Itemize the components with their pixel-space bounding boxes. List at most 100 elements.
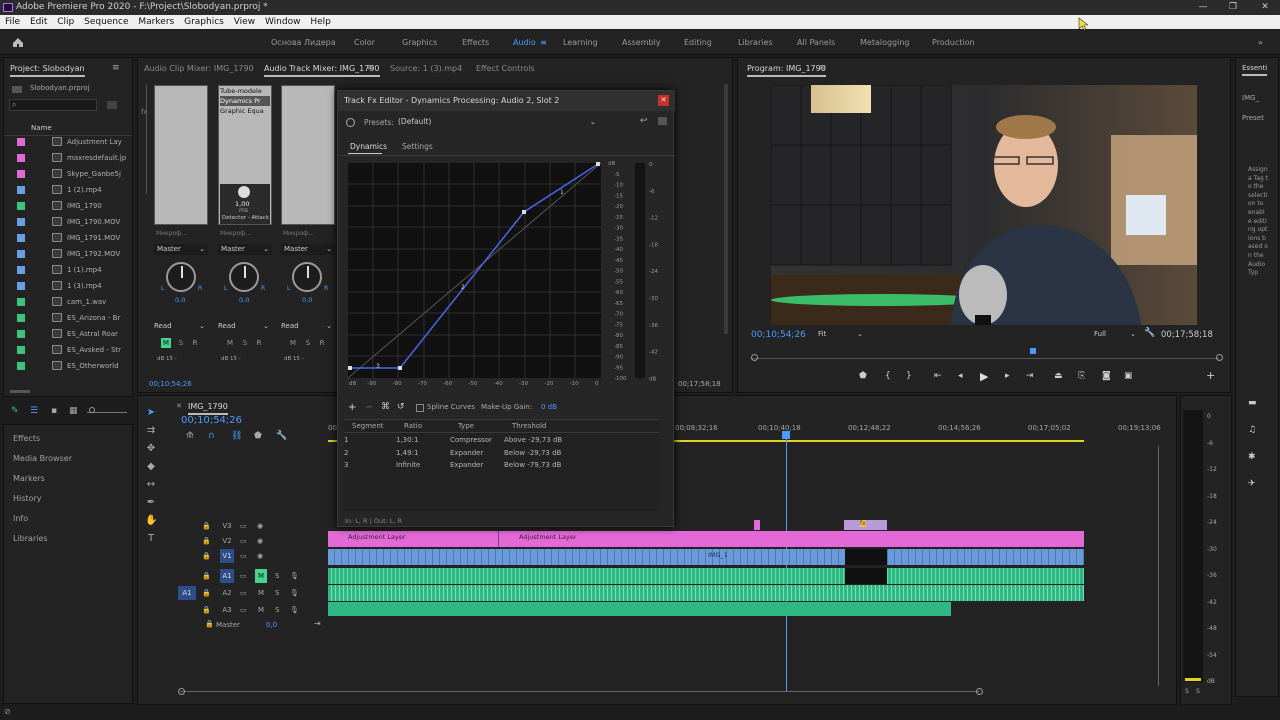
channel3-output-select[interactable]: Master ⌄ bbox=[281, 244, 335, 255]
button-editor-icon[interactable]: + bbox=[1206, 369, 1215, 382]
project-item[interactable]: 1 (3).mp4 bbox=[12, 279, 122, 293]
close-window-button[interactable]: ✕ bbox=[1250, 0, 1280, 15]
workspace-audio[interactable]: Audio bbox=[513, 38, 536, 47]
go-to-out-icon[interactable]: ⇥ bbox=[1026, 371, 1034, 381]
workspace-all-panels[interactable]: All Panels bbox=[797, 38, 835, 47]
source-patch-a1[interactable]: A1 bbox=[178, 586, 196, 600]
project-tab[interactable]: Project: Slobodyan bbox=[10, 64, 85, 77]
project-item[interactable]: Skype_Ganbe5j bbox=[12, 167, 122, 181]
track-lock-icon[interactable]: 🔒 bbox=[202, 519, 211, 533]
channel3-effects-slot[interactable] bbox=[281, 85, 335, 225]
track-mute-button[interactable]: M bbox=[255, 586, 267, 600]
zoom-slider-handle[interactable] bbox=[89, 407, 95, 413]
segment-type[interactable]: Expander bbox=[450, 459, 483, 471]
channel3-solo-button[interactable]: S bbox=[303, 338, 313, 348]
razor-tool-icon[interactable]: ◆ bbox=[145, 461, 157, 473]
track-lock-icon[interactable]: 🔒 bbox=[202, 586, 211, 600]
program-menu-icon[interactable]: ≡ bbox=[819, 63, 827, 73]
menu-view[interactable]: View bbox=[234, 17, 255, 27]
program-playhead[interactable] bbox=[1030, 348, 1036, 354]
menu-graphics[interactable]: Graphics bbox=[184, 17, 224, 27]
workspace-production[interactable]: Production bbox=[932, 38, 975, 47]
project-item[interactable]: ES_Otherworld bbox=[12, 359, 122, 373]
sync-lock-icon[interactable]: ▭ bbox=[240, 534, 247, 548]
type-tool-icon[interactable]: T bbox=[145, 533, 157, 545]
program-scrub-bar[interactable] bbox=[751, 358, 1219, 359]
minimize-button[interactable]: — bbox=[1188, 0, 1218, 15]
spline-curves-checkbox[interactable] bbox=[416, 404, 424, 412]
h-scroll-right-handle[interactable] bbox=[976, 688, 983, 695]
sync-lock-icon[interactable]: ▭ bbox=[240, 603, 247, 617]
dialog-close-button[interactable]: ✕ bbox=[658, 95, 669, 106]
channel1-mute-button[interactable]: M bbox=[161, 338, 171, 348]
v3-clip[interactable]: fx bbox=[844, 520, 887, 530]
workspace-libraries[interactable]: Libraries bbox=[738, 38, 773, 47]
restore-button[interactable]: ❐ bbox=[1218, 0, 1248, 15]
eye-icon[interactable]: ◉ bbox=[257, 534, 263, 548]
segment-ratio[interactable]: 1,49:1 bbox=[396, 447, 418, 459]
project-item[interactable]: maxresdefault.jp bbox=[12, 151, 126, 165]
track-target-v3[interactable]: V3 bbox=[220, 519, 234, 533]
ripple-edit-tool-icon[interactable]: ✥ bbox=[145, 443, 157, 455]
remove-point-icon[interactable]: − bbox=[365, 402, 373, 413]
track-solo-button[interactable]: S bbox=[275, 586, 279, 600]
menu-edit[interactable]: Edit bbox=[30, 17, 47, 27]
curve-point-start[interactable] bbox=[348, 366, 352, 370]
timeline-close-icon[interactable]: ✕ bbox=[176, 402, 182, 410]
slip-tool-icon[interactable]: ↔ bbox=[145, 479, 157, 491]
libraries-tab[interactable]: Libraries bbox=[13, 534, 48, 543]
adjustment-layer-clip-1[interactable]: Adjustment Layer bbox=[328, 531, 498, 547]
track-target-v2[interactable]: V2 bbox=[220, 534, 234, 548]
workspace-editing[interactable]: Editing bbox=[684, 38, 712, 47]
workspace-learning[interactable]: Learning bbox=[563, 38, 598, 47]
channel1-pan-value[interactable]: 0,0 bbox=[175, 296, 185, 304]
project-menu-icon[interactable]: ≡ bbox=[112, 63, 120, 73]
project-item[interactable]: Adjustment Lay bbox=[12, 135, 122, 149]
curve-point-end[interactable] bbox=[596, 162, 600, 166]
info-tab[interactable]: Info bbox=[13, 514, 28, 523]
timeline-clips-area[interactable]: Adjustment Layer Adjustment Layer fx IMG… bbox=[328, 520, 1084, 616]
channel3-pan-knob[interactable] bbox=[292, 262, 322, 292]
project-item[interactable]: IMG_1790 bbox=[12, 199, 122, 213]
track-solo-button[interactable]: S bbox=[275, 603, 279, 617]
track-lock-icon[interactable]: 🔒 bbox=[202, 549, 211, 563]
snap-icon[interactable]: ∩ bbox=[208, 431, 215, 441]
freeform-view-icon[interactable]: ▦ bbox=[69, 406, 78, 416]
project-item[interactable]: IMG_1791.MOV bbox=[12, 231, 122, 245]
channel1-record-button[interactable]: R bbox=[190, 338, 200, 348]
channel3-automation-select[interactable]: Read ⌄ bbox=[281, 322, 335, 333]
selection-tool-icon[interactable]: ➤ bbox=[145, 407, 157, 419]
channel2-automation-select[interactable]: Read ⌄ bbox=[218, 322, 272, 333]
sync-lock-icon[interactable]: ▭ bbox=[240, 569, 247, 583]
track-solo-button[interactable]: S bbox=[275, 569, 279, 583]
project-item[interactable]: 1 (1).mp4 bbox=[12, 263, 122, 277]
track-target-a1[interactable]: A1 bbox=[220, 569, 234, 583]
channel1-solo-button[interactable]: S bbox=[176, 338, 186, 348]
workspace-osnova[interactable]: Основа Лидера bbox=[271, 38, 336, 47]
segment-threshold[interactable]: Below -79,73 dB bbox=[504, 459, 561, 471]
v3-small-clip[interactable] bbox=[754, 520, 760, 530]
channel3-pan-value[interactable]: 0,0 bbox=[302, 296, 312, 304]
workspace-effects[interactable]: Effects bbox=[462, 38, 489, 47]
track-lock-icon[interactable]: 🔒 bbox=[202, 603, 211, 617]
track-lock-icon[interactable]: 🔒 bbox=[202, 569, 211, 583]
menu-sequence[interactable]: Sequence bbox=[84, 17, 128, 27]
track-lock-icon[interactable]: 🔒 bbox=[202, 534, 211, 548]
track-target-a2[interactable]: A2 bbox=[220, 586, 234, 600]
mixer-scrollbar[interactable] bbox=[724, 84, 728, 334]
microphone-icon[interactable]: 🎙 bbox=[290, 569, 299, 583]
channel2-pan-value[interactable]: 0,0 bbox=[239, 296, 249, 304]
comparison-view-icon[interactable]: ▣ bbox=[1124, 371, 1133, 381]
dynamics-tab[interactable]: Dynamics bbox=[350, 142, 387, 151]
history-tab[interactable]: History bbox=[13, 494, 41, 503]
menu-help[interactable]: Help bbox=[310, 17, 331, 27]
icon-view-icon[interactable]: ▪ bbox=[51, 406, 57, 416]
menu-markers[interactable]: Markers bbox=[138, 17, 174, 27]
power-icon[interactable] bbox=[346, 118, 355, 127]
a3-music-clip[interactable] bbox=[328, 602, 951, 616]
media-browser-tab[interactable]: Media Browser bbox=[13, 454, 72, 463]
dynamics-curve-graph[interactable]: 3 2 1 dB -90 -80 -70 -60 -50 -40 -30 -20 -10 0 dB-… bbox=[338, 156, 675, 396]
pencil-icon[interactable]: ✎ bbox=[11, 406, 19, 416]
slot-item-graphic-eq[interactable]: Graphic Equa bbox=[220, 106, 270, 116]
lift-icon[interactable]: ⏏ bbox=[1054, 371, 1063, 381]
